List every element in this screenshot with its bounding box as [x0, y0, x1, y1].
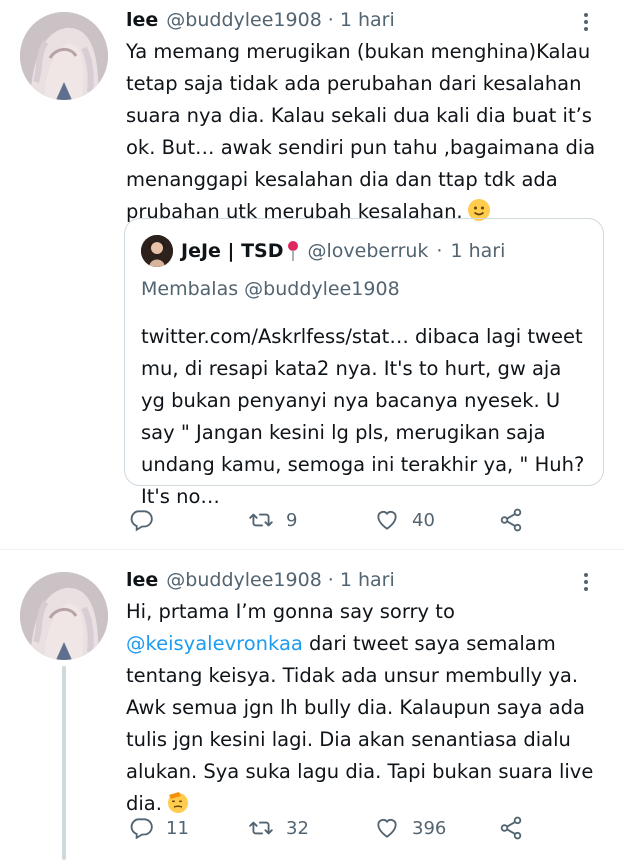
quoted-tweet[interactable]: JeJe | TSD @loveberruk · 1 hari Membalas… [124, 218, 604, 508]
separator-dot: · [436, 240, 443, 262]
tweet-body: Ya memang merugikan (bukan menghina)Kala… [126, 40, 596, 223]
quoted-author-name: JeJe | TSD [181, 240, 284, 262]
reply-icon [130, 510, 153, 532]
share-icon [500, 816, 522, 840]
tweet-body-start: Hi, prtama I’m gonna say sorry to [126, 600, 455, 623]
saluting-face-icon [166, 790, 190, 814]
avatar[interactable] [20, 572, 108, 660]
author-name[interactable]: lee [126, 569, 158, 591]
like-button[interactable]: 396 [374, 815, 446, 841]
quoted-avatar [141, 235, 173, 267]
author-handle[interactable]: @buddylee1908 [166, 9, 321, 31]
tweet-header: lee @buddylee1908 · 1 hari [126, 564, 598, 596]
retweet-count: 9 [286, 509, 298, 531]
heart-icon [377, 511, 397, 530]
tweet-actions: 9 40 [126, 504, 526, 536]
tweet[interactable]: lee @buddylee1908 · 1 hari Hi, prtama I’… [0, 550, 624, 860]
tweet[interactable]: lee @buddylee1908 · 1 hari Ya memang mer… [0, 0, 624, 548]
separator-dot: · [327, 569, 334, 591]
quoted-tweet-text: twitter.com/Askrlfess/stat… dibaca lagi … [141, 325, 585, 508]
heart-icon [377, 819, 397, 838]
author-name[interactable]: lee [126, 9, 158, 31]
avatar[interactable] [20, 12, 108, 100]
reply-icon [130, 818, 153, 840]
like-button[interactable]: 40 [374, 507, 435, 533]
retweet-count: 32 [286, 817, 309, 839]
tweet-text: Hi, prtama I’m gonna say sorry to @keisy… [126, 596, 598, 820]
reply-button[interactable] [128, 507, 166, 533]
retweet-button[interactable]: 32 [248, 815, 309, 841]
tweet-text: Ya memang merugikan (bukan menghina)Kala… [126, 36, 598, 228]
round-pushpin-icon [286, 240, 300, 262]
share-icon [500, 508, 522, 532]
quoted-timestamp: 1 hari [450, 240, 506, 262]
like-count: 396 [412, 817, 447, 839]
tweet-body-end: dari tweet saya semalam tentang keisya. … [126, 632, 594, 815]
replying-to-prefix: Membalas [141, 278, 239, 300]
replying-to-handle: @buddylee1908 [244, 278, 400, 300]
like-count: 40 [412, 509, 435, 531]
reply-button[interactable]: 11 [128, 815, 189, 841]
separator-dot: · [327, 9, 334, 31]
retweet-icon [249, 821, 273, 835]
author-handle[interactable]: @buddylee1908 [166, 569, 321, 591]
quoted-author-handle: @loveberruk [307, 240, 429, 262]
reply-count: 11 [166, 817, 189, 839]
timestamp[interactable]: 1 hari [340, 569, 395, 591]
share-button[interactable] [498, 815, 524, 841]
more-options-icon[interactable] [574, 570, 598, 594]
mention-link[interactable]: @keisyalevronkaa [126, 632, 303, 655]
quoted-tweet-header: JeJe | TSD @loveberruk · 1 hari [141, 231, 587, 271]
tweet-actions: 11 32 396 [126, 812, 526, 844]
share-button[interactable] [498, 507, 524, 533]
retweet-button[interactable]: 9 [248, 507, 297, 533]
timestamp[interactable]: 1 hari [340, 9, 395, 31]
more-options-icon[interactable] [574, 10, 598, 34]
retweet-icon [249, 513, 273, 527]
thread-line [62, 666, 66, 860]
replying-to: Membalas @buddylee1908 [141, 273, 587, 305]
tweet-header: lee @buddylee1908 · 1 hari [126, 4, 598, 36]
